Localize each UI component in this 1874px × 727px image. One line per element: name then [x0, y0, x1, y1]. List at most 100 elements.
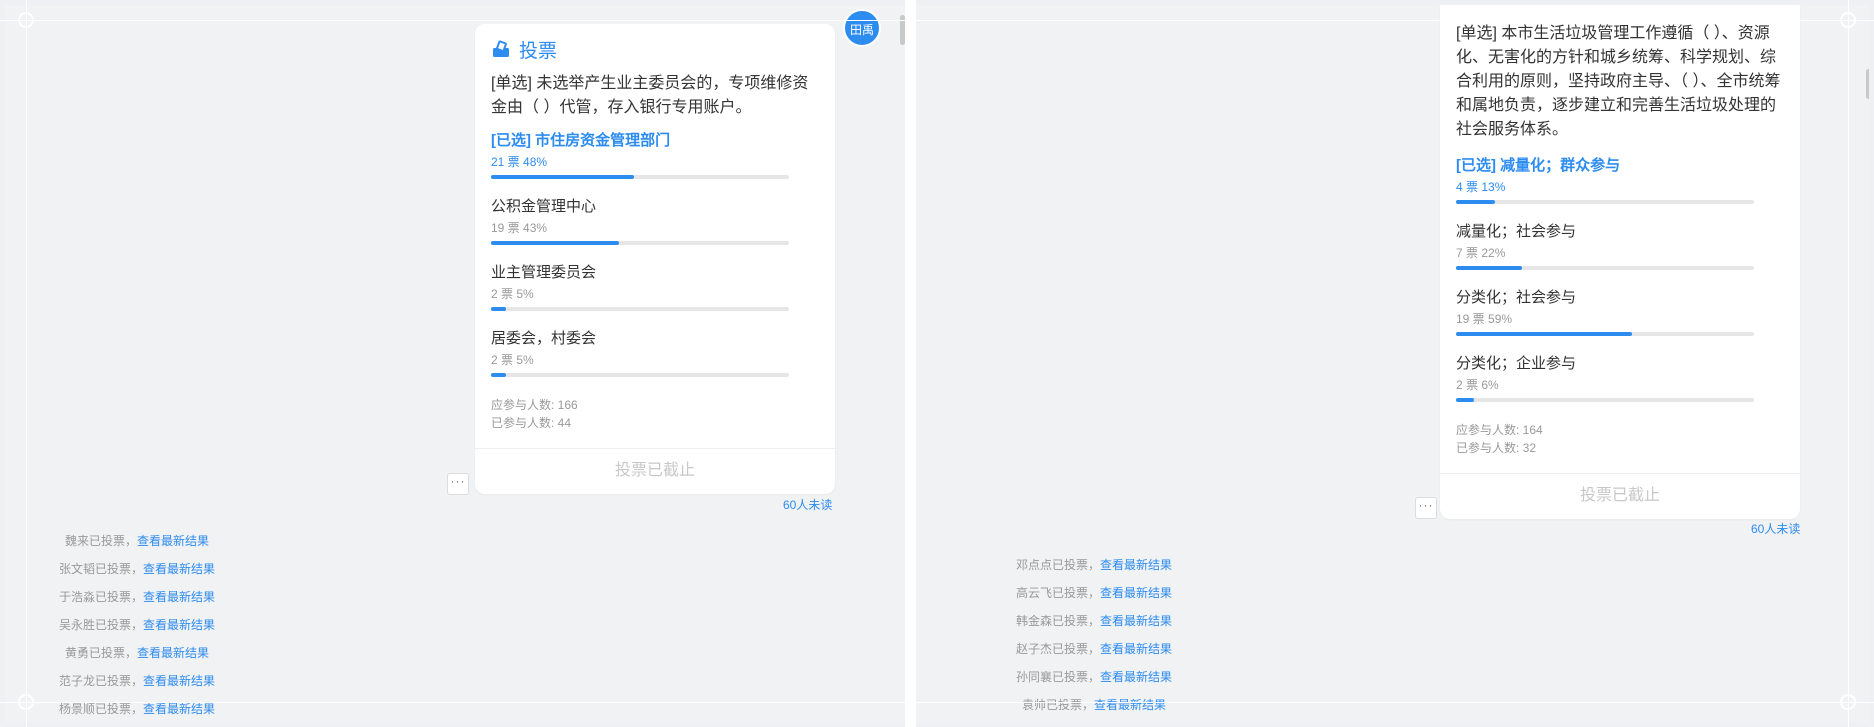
- vote-progress-bar: [491, 175, 789, 179]
- vote-option-label: 公积金管理中心: [491, 198, 597, 215]
- vote-option-label: [已选] 减量化；群众参与: [1456, 157, 1621, 174]
- vote-option: 分类化；社会参与 19 票 59%: [1456, 287, 1756, 336]
- vote-log-item: 黄勇已投票，查看最新结果: [7, 639, 267, 667]
- more-options-button[interactable]: ···: [447, 473, 469, 495]
- vote-option-label: [已选] 市住房资金管理部门: [491, 132, 671, 149]
- vote-option-label: 业主管理委员会: [491, 264, 597, 281]
- resize-handle-bottom-left[interactable]: [18, 694, 34, 710]
- view-latest-results-link[interactable]: 查看最新结果: [1100, 586, 1172, 600]
- vote-option-label: 分类化；企业参与: [1456, 355, 1577, 372]
- vote-option-stats: 2 票 5%: [491, 287, 534, 301]
- frame-line-bottom: [0, 702, 1874, 703]
- vote-icon: [493, 39, 509, 57]
- vote-option: 分类化；企业参与 2 票 6%: [1456, 353, 1756, 402]
- view-latest-results-link[interactable]: 查看最新结果: [143, 562, 215, 576]
- vote-option-stats: 4 票 13%: [1456, 180, 1506, 194]
- view-latest-results-link[interactable]: 查看最新结果: [1100, 614, 1172, 628]
- vote-progress-bar: [1456, 332, 1754, 336]
- vote-log-text: 魏来已投票，: [64, 534, 137, 548]
- vote-log-text: 杨景顺已投票，: [58, 702, 143, 716]
- view-latest-results-link[interactable]: 查看最新结果: [1100, 670, 1172, 684]
- vote-log-item: 邓点点已投票，查看最新结果: [964, 551, 1224, 579]
- participated-count: 已参与人数: 44: [491, 416, 572, 430]
- vote-log-item: 杨景顺已投票，查看最新结果: [7, 695, 267, 722]
- vote-progress-fill: [491, 307, 506, 311]
- right-chat-panel: [单选] 本市生活垃圾管理工作遵循（ ）、资源化、无害化的方针和城乡统筹、科学规…: [916, 5, 1869, 722]
- vote-log-item: 孙同襄已投票，查看最新结果: [964, 663, 1224, 691]
- vote-progress-bar: [1456, 200, 1754, 204]
- view-latest-results-link[interactable]: 查看最新结果: [137, 534, 209, 548]
- resize-handle-top-left[interactable]: [18, 12, 34, 28]
- vote-option-stats: 2 票 5%: [491, 353, 534, 367]
- unread-count-link[interactable]: 60人未读: [1751, 520, 1800, 537]
- vote-option: 业主管理委员会 2 票 5%: [491, 262, 791, 311]
- more-options-button[interactable]: ···: [1415, 497, 1437, 519]
- vote-option-label: 居委会，村委会: [491, 330, 597, 347]
- vote-log-text: 黄勇已投票，: [64, 646, 137, 660]
- view-latest-results-link[interactable]: 查看最新结果: [143, 618, 215, 632]
- vote-question: [单选] 本市生活垃圾管理工作遵循（ ）、资源化、无害化的方针和城乡统筹、科学规…: [1456, 25, 1781, 138]
- vote-card: [单选] 本市生活垃圾管理工作遵循（ ）、资源化、无害化的方针和城乡统筹、科学规…: [1440, 5, 1800, 519]
- vote-log-item: 袁帅已投票，查看最新结果: [964, 691, 1224, 719]
- vote-log-text: 吴永胜已投票，: [58, 618, 143, 632]
- vote-log-text: 孙同襄已投票，: [1015, 670, 1100, 684]
- resize-handle-bottom-right[interactable]: [1840, 694, 1856, 710]
- vote-closed-footer: 投票已截止: [1440, 473, 1800, 519]
- vote-option-label: 减量化；社会参与: [1456, 223, 1577, 240]
- avatar[interactable]: 田禹: [843, 9, 881, 47]
- unread-count-link[interactable]: 60人未读: [783, 496, 832, 513]
- vote-log-text: 于浩淼已投票，: [58, 590, 143, 604]
- vote-log-item: 魏来已投票，查看最新结果: [7, 527, 267, 555]
- vote-log-text: 赵子杰已投票，: [1015, 642, 1100, 656]
- vote-card: 投票 [单选] 未选举产生业主委员会的，专项维修资金由（ ）代管，存入银行专用账…: [475, 24, 835, 494]
- vote-closed-footer: 投票已截止: [475, 448, 835, 494]
- vote-progress-fill: [1456, 200, 1495, 204]
- vote-option: [已选] 减量化；群众参与 4 票 13%: [1456, 155, 1756, 204]
- vote-log-item: 于浩淼已投票，查看最新结果: [7, 583, 267, 611]
- view-latest-results-link[interactable]: 查看最新结果: [1094, 698, 1166, 712]
- participated-count: 已参与人数: 32: [1456, 441, 1537, 455]
- vote-progress-fill: [491, 373, 506, 377]
- vote-option-stats: 21 票 48%: [491, 155, 548, 169]
- view-latest-results-link[interactable]: 查看最新结果: [143, 590, 215, 604]
- left-chat-panel: 田禹 投票 [单选] 未选举产生业主委员会的，专项维修资金由（ ）代管，存入银行…: [5, 5, 905, 722]
- vote-log-text: 高云飞已投票，: [1015, 586, 1100, 600]
- vote-progress-fill: [1456, 332, 1632, 336]
- vote-progress-fill: [1456, 266, 1522, 270]
- vote-progress-fill: [491, 175, 635, 179]
- vote-option: [已选] 市住房资金管理部门 21 票 48%: [491, 130, 791, 179]
- scrollbar[interactable]: [1866, 69, 1869, 99]
- should-participate-count: 应参与人数: 164: [1456, 423, 1543, 437]
- view-latest-results-link[interactable]: 查看最新结果: [1100, 642, 1172, 656]
- vote-option-stats: 19 票 43%: [491, 221, 548, 235]
- vote-option-stats: 19 票 59%: [1456, 312, 1513, 326]
- vote-card-title: 投票: [491, 36, 557, 63]
- vote-log-text: 袁帅已投票，: [1021, 698, 1094, 712]
- vote-progress-fill: [1456, 398, 1474, 402]
- view-latest-results-link[interactable]: 查看最新结果: [143, 674, 215, 688]
- vote-log-item: 张文韬已投票，查看最新结果: [7, 555, 267, 583]
- frame-line-left: [26, 0, 27, 727]
- vote-log-item: 韩金森已投票，查看最新结果: [964, 607, 1224, 635]
- vote-title-text: 投票: [519, 41, 558, 62]
- vote-progress-fill: [491, 241, 620, 245]
- vote-question: [单选] 未选举产生业主委员会的，专项维修资金由（ ）代管，存入银行专用账户。: [491, 75, 809, 116]
- vote-log-item: 吴永胜已投票，查看最新结果: [7, 611, 267, 639]
- vote-option: 减量化；社会参与 7 票 22%: [1456, 221, 1756, 270]
- vote-option-label: 分类化；社会参与: [1456, 289, 1577, 306]
- view-latest-results-link[interactable]: 查看最新结果: [143, 702, 215, 716]
- vote-progress-bar: [1456, 266, 1754, 270]
- vote-option-stats: 7 票 22%: [1456, 246, 1506, 260]
- vote-option: 公积金管理中心 19 票 43%: [491, 196, 791, 245]
- vote-log-item: 高云飞已投票，查看最新结果: [964, 579, 1224, 607]
- vote-log-item: 赵子杰已投票，查看最新结果: [964, 635, 1224, 663]
- vote-option-stats: 2 票 6%: [1456, 378, 1499, 392]
- frame-line-right: [1848, 0, 1849, 727]
- vote-progress-bar: [1456, 398, 1754, 402]
- vote-progress-bar: [491, 241, 789, 245]
- view-latest-results-link[interactable]: 查看最新结果: [137, 646, 209, 660]
- resize-handle-top-right[interactable]: [1840, 12, 1856, 28]
- vote-log-text: 范子龙已投票，: [58, 674, 143, 688]
- view-latest-results-link[interactable]: 查看最新结果: [1100, 558, 1172, 572]
- vote-progress-bar: [491, 373, 789, 377]
